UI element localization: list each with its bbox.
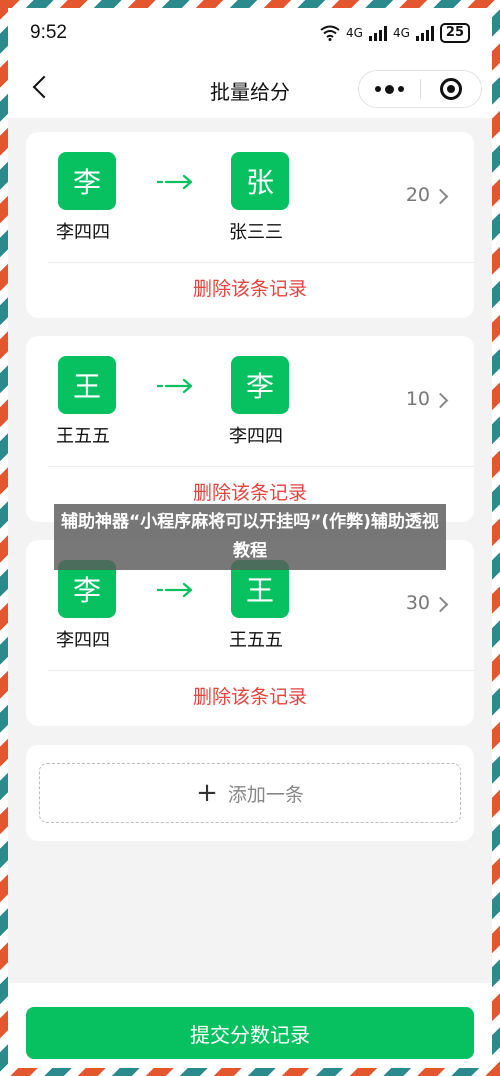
network-type-2: 4G bbox=[392, 26, 410, 40]
arrow-right-icon bbox=[157, 583, 193, 597]
to-name: 张三三 bbox=[229, 222, 283, 243]
add-record-label: 添加一条 bbox=[227, 783, 304, 806]
signal-2-icon bbox=[415, 25, 434, 41]
delete-record-button[interactable]: 删除该条记录 bbox=[26, 478, 474, 505]
delete-record-button[interactable]: 删除该条记录 bbox=[26, 682, 474, 709]
status-icons: 4G 4G 25 bbox=[320, 23, 470, 43]
to-avatar: 张 bbox=[231, 152, 289, 210]
arrow-right-icon bbox=[157, 379, 193, 393]
from-name: 李四四 bbox=[56, 222, 110, 243]
from-avatar: 李 bbox=[58, 152, 116, 210]
bottom-bar: 提交分数记录 bbox=[8, 983, 492, 1068]
miniprogram-capsule bbox=[358, 70, 482, 108]
score-value[interactable]: 30 bbox=[406, 592, 430, 614]
more-icon[interactable] bbox=[359, 71, 420, 107]
to-name: 王五五 bbox=[229, 630, 283, 651]
delete-record-button[interactable]: 删除该条记录 bbox=[26, 274, 474, 301]
network-type-1: 4G bbox=[346, 26, 363, 40]
overlay-caption: 辅助神器“小程序麻将可以开挂吗”(作弊)辅助透视教程 bbox=[54, 504, 446, 570]
arrow-right-icon bbox=[157, 175, 193, 189]
submit-scores-button[interactable]: 提交分数记录 bbox=[26, 1007, 474, 1059]
status-bar: 9:52 4G 4G 25 bbox=[8, 8, 492, 58]
card-divider bbox=[48, 466, 474, 467]
plus-icon: + bbox=[196, 778, 218, 808]
to-name: 李四四 bbox=[229, 426, 283, 447]
from-name: 王五五 bbox=[56, 426, 110, 447]
signal-1-icon bbox=[368, 25, 387, 41]
status-time: 9:52 bbox=[30, 22, 67, 43]
score-value[interactable]: 20 bbox=[406, 184, 430, 206]
to-avatar: 李 bbox=[231, 356, 289, 414]
chevron-right-icon[interactable] bbox=[432, 188, 449, 205]
add-record-card: + 添加一条 bbox=[26, 745, 474, 841]
chevron-right-icon[interactable] bbox=[432, 596, 449, 613]
wifi-icon bbox=[320, 25, 340, 41]
add-record-button[interactable]: + 添加一条 bbox=[39, 763, 461, 823]
close-miniprogram-icon[interactable] bbox=[420, 71, 481, 107]
from-name: 李四四 bbox=[56, 630, 110, 651]
from-avatar: 王 bbox=[58, 356, 116, 414]
nav-bar: 批量给分 bbox=[8, 58, 492, 118]
card-divider bbox=[48, 262, 474, 263]
record-card: 王 王五五 李 李四四 10 删除该条记录 bbox=[26, 336, 474, 522]
card-divider bbox=[48, 670, 474, 671]
battery-icon: 25 bbox=[439, 23, 470, 43]
score-value[interactable]: 10 bbox=[406, 388, 430, 410]
chevron-right-icon[interactable] bbox=[432, 392, 449, 409]
record-card: 李 李四四 张 张三三 20 删除该条记录 bbox=[26, 132, 474, 318]
